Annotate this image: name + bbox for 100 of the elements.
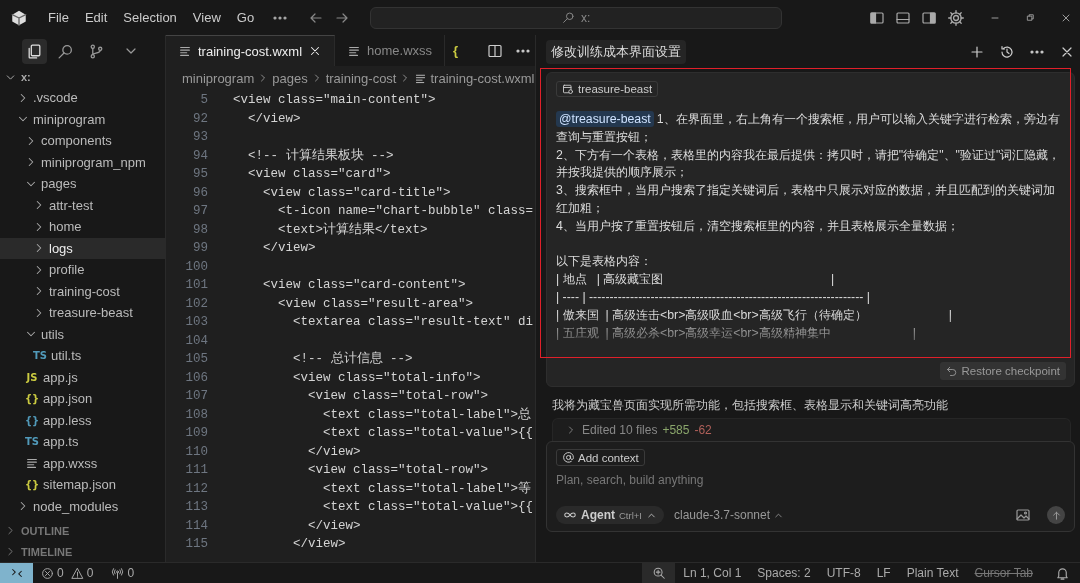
folder-item[interactable]: pages: [0, 173, 165, 195]
problems-status[interactable]: 0 0: [35, 566, 100, 580]
tree-entry[interactable]: TS util.ts: [0, 345, 165, 367]
line-number: 95: [192, 166, 209, 183]
status-item[interactable]: Spaces: 2: [749, 566, 819, 580]
toggle-panel-icon[interactable]: [895, 9, 911, 26]
files-icon: [26, 42, 43, 60]
message-text: @treasure-beast 1、在界面里，右上角有一个搜索框，用户可以输入关键字进行检索，旁边有查询与重置按钮；: [556, 111, 1061, 146]
line-number: 109: [184, 425, 209, 442]
breadcrumb-item[interactable]: miniprogram: [182, 70, 255, 86]
file-type-icon: TS: [24, 436, 40, 448]
code-line: </view>: [307, 517, 361, 535]
menu-item[interactable]: Selection: [115, 10, 185, 25]
agent-mode-button[interactable]: Agent Ctrl+I: [556, 506, 664, 525]
toggle-secondary-sidebar-icon[interactable]: [921, 9, 937, 26]
line-number: 94: [192, 147, 209, 165]
status-item[interactable]: Plain Text: [898, 566, 967, 580]
code-line: <text class="total-label">等: [322, 480, 532, 498]
settings-icon[interactable]: [947, 8, 965, 27]
folder-item[interactable]: training-cost: [0, 280, 165, 302]
tree-entry[interactable]: {} app.json: [0, 388, 165, 410]
reply-text: 我将为藏宝兽页面实现所需功能，包括搜索框、表格显示和关键词高亮功能: [551, 397, 949, 415]
send-button[interactable]: [1047, 506, 1065, 525]
table-text-line: | 傲来国 | 高级连击<br>高级吸血<br>高级飞行（待确定） |: [556, 306, 953, 324]
menu-item[interactable]: File: [40, 10, 77, 25]
line-number: 96: [192, 184, 209, 202]
line-number: 98: [192, 221, 209, 239]
tree-entry[interactable]: TS app.ts: [0, 431, 165, 453]
folder-item[interactable]: .vscode: [0, 87, 165, 109]
folder-item[interactable]: home: [0, 216, 165, 238]
code-line: <view class="total-info">: [292, 369, 481, 387]
explorer-root[interactable]: x:: [0, 67, 165, 87]
code-line: </view>: [262, 240, 316, 257]
line-number: 111: [184, 462, 209, 479]
menu-item[interactable]: View: [184, 10, 229, 25]
split-editor-icon[interactable]: [487, 42, 503, 59]
menu-item[interactable]: Go: [228, 10, 263, 25]
ports-status[interactable]: 0: [105, 566, 141, 580]
code-line: <text>计算结果</text>: [277, 221, 428, 239]
folder-item[interactable]: utils: [0, 323, 165, 345]
chat-title: 修改训练成本界面设置: [546, 39, 686, 64]
tree-entry[interactable]: {} app.less: [0, 409, 165, 431]
folder-item[interactable]: miniprogram_npm: [0, 151, 165, 173]
add-context-button[interactable]: Add context: [556, 449, 645, 467]
file-type-icon: {}: [24, 479, 40, 491]
error-icon: [41, 566, 54, 580]
branch-icon: [88, 42, 105, 60]
explorer-tab[interactable]: [22, 38, 47, 64]
file-lines-icon: [25, 456, 39, 471]
toggle-sidebar-icon[interactable]: [869, 9, 885, 26]
code-line: <!-- 总计信息 -->: [292, 350, 413, 368]
history-icon[interactable]: [999, 43, 1015, 60]
breadcrumb-item[interactable]: training-cost.wxml: [430, 70, 535, 86]
breadcrumb-item[interactable]: training-cost: [325, 70, 397, 86]
status-item[interactable]: Ln 1, Col 1: [675, 566, 750, 580]
line-number: 100: [184, 258, 209, 276]
edited-files-bar[interactable]: Edited 10 files +585 -62: [552, 418, 1071, 442]
search-field[interactable]: x:: [370, 6, 783, 29]
at-icon: [562, 451, 575, 465]
restore-icon[interactable]: [1025, 12, 1036, 23]
section-header[interactable]: OUTLINE: [0, 520, 165, 541]
code-line: <view class="result-area">: [277, 295, 474, 313]
folder-item[interactable]: components: [0, 130, 165, 152]
image-icon[interactable]: [1015, 507, 1031, 524]
model-selector[interactable]: claude-3.7-sonnet: [673, 508, 785, 523]
input-placeholder[interactable]: Plan, search, build anything: [556, 473, 1065, 488]
tree-entry[interactable]: JS app.js: [0, 366, 165, 388]
editor-tab[interactable]: training-cost.wxml: [166, 35, 336, 66]
restore-checkpoint-button[interactable]: Restore checkpoint: [939, 362, 1066, 381]
tree-entry[interactable]: {} sitemap.json: [0, 474, 165, 496]
status-item[interactable]: UTF-8: [818, 566, 869, 580]
folder-item[interactable]: miniprogram: [0, 108, 165, 130]
line-number: 105: [184, 351, 209, 368]
file-type-icon: {}: [24, 393, 40, 405]
status-item[interactable]: LF: [868, 566, 899, 580]
zoom-button[interactable]: [642, 563, 676, 583]
remote-button[interactable]: [0, 563, 33, 583]
breadcrumb-item[interactable]: pages: [272, 70, 308, 86]
line-number: 106: [184, 369, 209, 387]
line-number: 102: [184, 295, 209, 313]
section-header[interactable]: TIMELINE: [0, 541, 165, 562]
line-number: 113: [184, 499, 209, 516]
table-text-line: | ---- | ------------------------------------------------------------------- |: [556, 288, 871, 306]
folder-item[interactable]: profile: [0, 259, 165, 281]
folder-item[interactable]: logs: [0, 237, 165, 259]
folder-item[interactable]: treasure-beast: [0, 302, 165, 324]
folder-item[interactable]: node_modules: [0, 495, 165, 517]
menu-item[interactable]: Edit: [76, 10, 116, 25]
antenna-icon: [111, 566, 125, 580]
folder-item[interactable]: attr-test: [0, 194, 165, 216]
line-number: 115: [184, 536, 209, 553]
context-chip[interactable]: treasure-beast: [556, 81, 659, 97]
mention-link[interactable]: @treasure-beast: [556, 111, 654, 127]
code-line: <view class="total-row">: [307, 462, 489, 479]
file-lines-icon: [178, 44, 192, 58]
search-icon: [561, 11, 575, 24]
bell-icon[interactable]: [1055, 565, 1070, 581]
message-text: 4、当用户按了重置按钮后，清空搜索框里的内容，并且表格展示全量数据；: [556, 217, 960, 235]
edits-label: Edited 10 files: [582, 423, 658, 438]
tree-entry[interactable]: app.wxss: [0, 452, 165, 474]
